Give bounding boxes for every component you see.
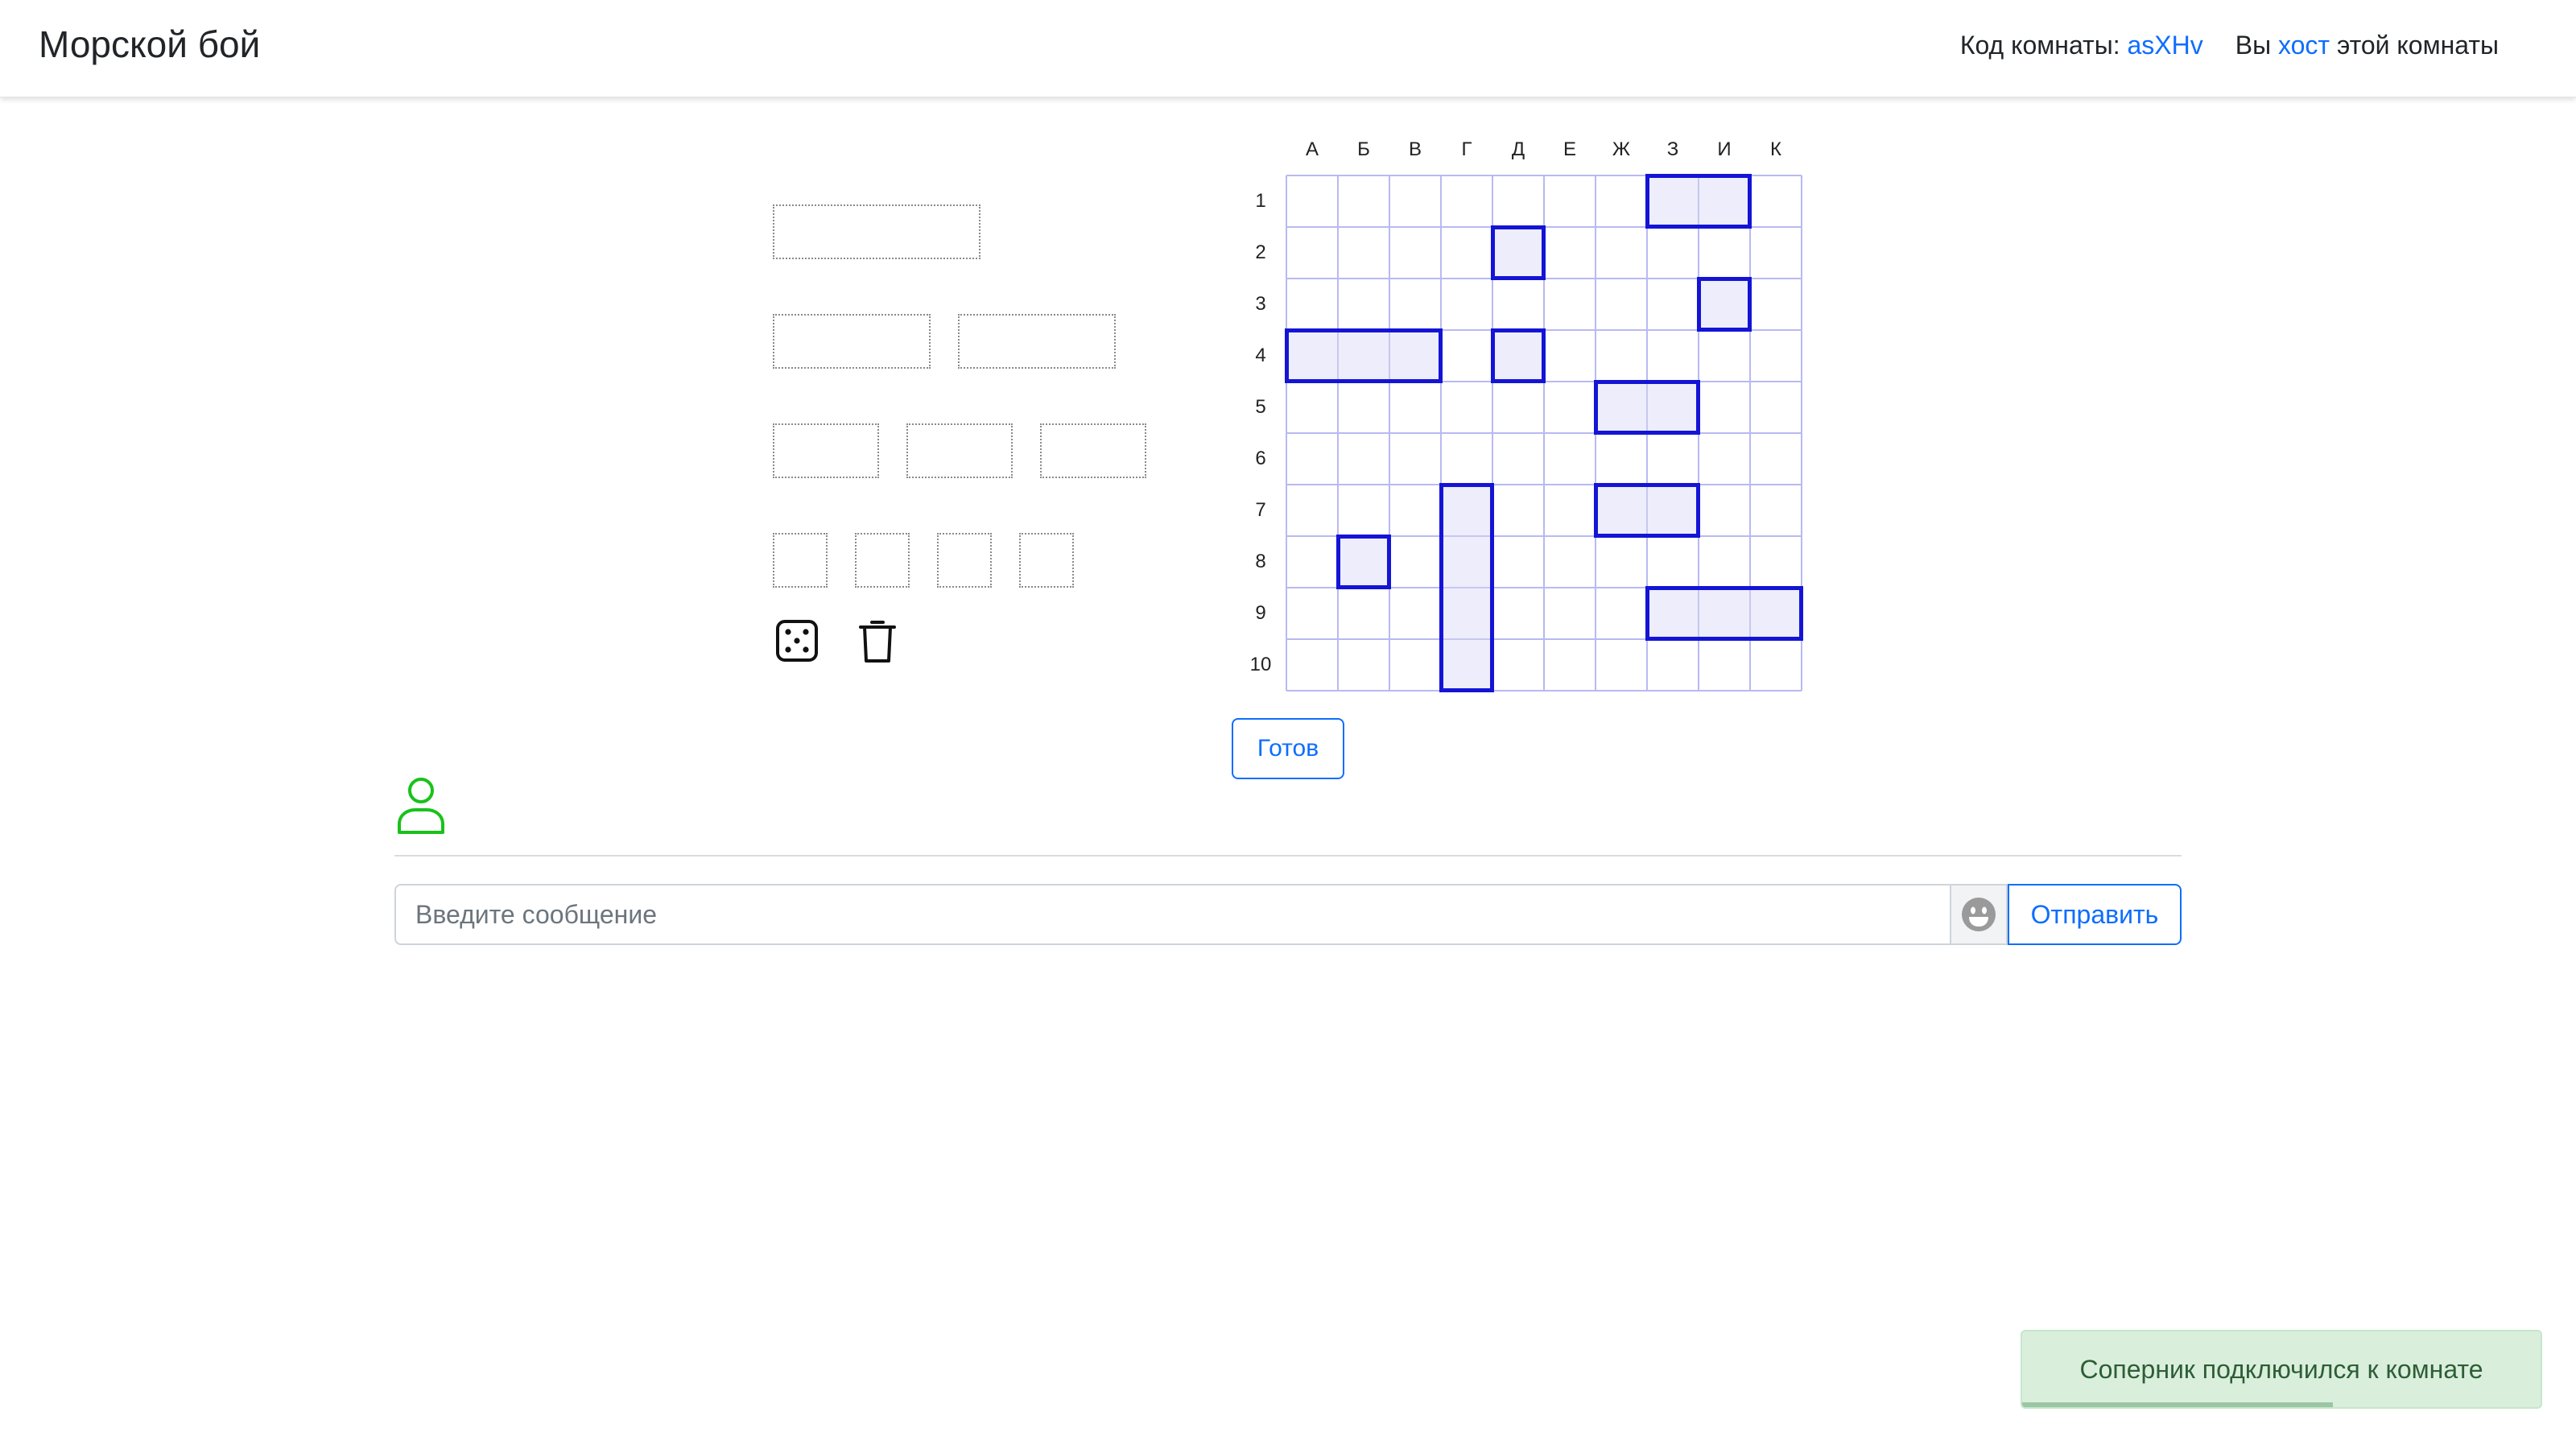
room-info: Код комнаты: asXHv Вы хост этой комнаты bbox=[1960, 31, 2499, 60]
dice-icon[interactable] bbox=[771, 615, 823, 667]
row-label: 7 bbox=[1255, 499, 1266, 521]
ship-1-deck[interactable] bbox=[1491, 328, 1546, 383]
trash-icon[interactable] bbox=[852, 615, 903, 667]
player-status-icon bbox=[393, 774, 449, 836]
ship-1-deck[interactable] bbox=[1491, 225, 1546, 280]
row-label: 10 bbox=[1249, 654, 1272, 675]
emoji-button[interactable] bbox=[1950, 884, 2008, 945]
col-label: Б bbox=[1357, 138, 1370, 160]
row-label: 2 bbox=[1255, 242, 1266, 263]
col-label: Ж bbox=[1612, 138, 1631, 160]
col-label: В bbox=[1408, 138, 1422, 160]
ship-cell-separator bbox=[1443, 638, 1490, 640]
row-label: 8 bbox=[1255, 551, 1266, 572]
ship-3-deck[interactable] bbox=[1285, 328, 1443, 383]
row-label: 1 bbox=[1255, 190, 1266, 212]
row-label: 9 bbox=[1255, 602, 1266, 624]
toast-progress-bar bbox=[2022, 1402, 2334, 1407]
ship-cell-separator bbox=[1646, 384, 1648, 431]
ship-slot-2[interactable] bbox=[1040, 423, 1146, 478]
row-label: 3 bbox=[1255, 293, 1266, 315]
col-label: И bbox=[1717, 138, 1732, 160]
message-input[interactable] bbox=[394, 884, 1950, 945]
ship-3-deck[interactable] bbox=[1645, 586, 1803, 641]
send-button[interactable]: Отправить bbox=[2008, 884, 2182, 945]
ship-cell-separator bbox=[1698, 178, 1699, 225]
ship-slot-1[interactable] bbox=[855, 533, 910, 588]
col-label: Д bbox=[1511, 138, 1525, 160]
col-label: З bbox=[1666, 138, 1679, 160]
ship-slot-1[interactable] bbox=[773, 533, 828, 588]
chat-divider bbox=[394, 855, 2182, 857]
ship-slot-3[interactable] bbox=[773, 314, 931, 369]
grid-line-horizontal bbox=[1286, 432, 1802, 434]
navbar: Морской бой Код комнаты: asXHv Вы хост эт… bbox=[0, 0, 2576, 97]
ship-cell-separator bbox=[1443, 535, 1490, 537]
smiley-icon bbox=[1962, 898, 1996, 931]
col-label: Г bbox=[1461, 138, 1472, 160]
ship-2-deck[interactable] bbox=[1594, 483, 1700, 538]
row-label: 5 bbox=[1255, 396, 1266, 418]
room-code[interactable]: asXHv bbox=[2127, 31, 2202, 60]
ready-button[interactable]: Готов bbox=[1232, 718, 1344, 779]
role-label: хост bbox=[2277, 31, 2330, 60]
col-label: Е bbox=[1563, 138, 1576, 160]
ship-2-deck[interactable] bbox=[1645, 174, 1752, 229]
ship-slot-2[interactable] bbox=[773, 423, 879, 478]
grid-line-horizontal bbox=[1286, 484, 1802, 485]
ship-slot-1[interactable] bbox=[937, 533, 992, 588]
ship-1-deck[interactable] bbox=[1336, 535, 1391, 589]
row-label: 6 bbox=[1255, 448, 1266, 469]
ship-cell-separator bbox=[1443, 587, 1490, 588]
ship-slot-1[interactable] bbox=[1019, 533, 1074, 588]
ship-cell-separator bbox=[1389, 332, 1390, 379]
ship-2-deck[interactable] bbox=[1594, 380, 1700, 435]
ship-cell-separator bbox=[1646, 487, 1648, 534]
app-title[interactable]: Морской бой bbox=[39, 23, 260, 66]
you-suffix: этой комнаты bbox=[2330, 31, 2499, 60]
ship-cell-separator bbox=[1337, 332, 1339, 379]
toast-message: Соперник подключился к комнате bbox=[2079, 1354, 2483, 1384]
ship-slot-3[interactable] bbox=[958, 314, 1116, 369]
ship-1-deck[interactable] bbox=[1697, 277, 1752, 332]
ship-slot-4[interactable] bbox=[773, 204, 980, 259]
you-prefix: Вы bbox=[2235, 31, 2278, 60]
ship-4-deck[interactable] bbox=[1439, 483, 1494, 692]
row-label: 4 bbox=[1255, 345, 1266, 366]
col-label: К bbox=[1770, 138, 1781, 160]
notification-toast: Соперник подключился к комнате bbox=[2021, 1330, 2542, 1409]
col-label: А bbox=[1305, 138, 1319, 160]
grid-line-horizontal bbox=[1286, 690, 1802, 691]
ship-slot-2[interactable] bbox=[906, 423, 1013, 478]
ship-cell-separator bbox=[1749, 590, 1751, 637]
room-code-label: Код комнаты: bbox=[1959, 31, 2128, 60]
ship-cell-separator bbox=[1698, 590, 1699, 637]
